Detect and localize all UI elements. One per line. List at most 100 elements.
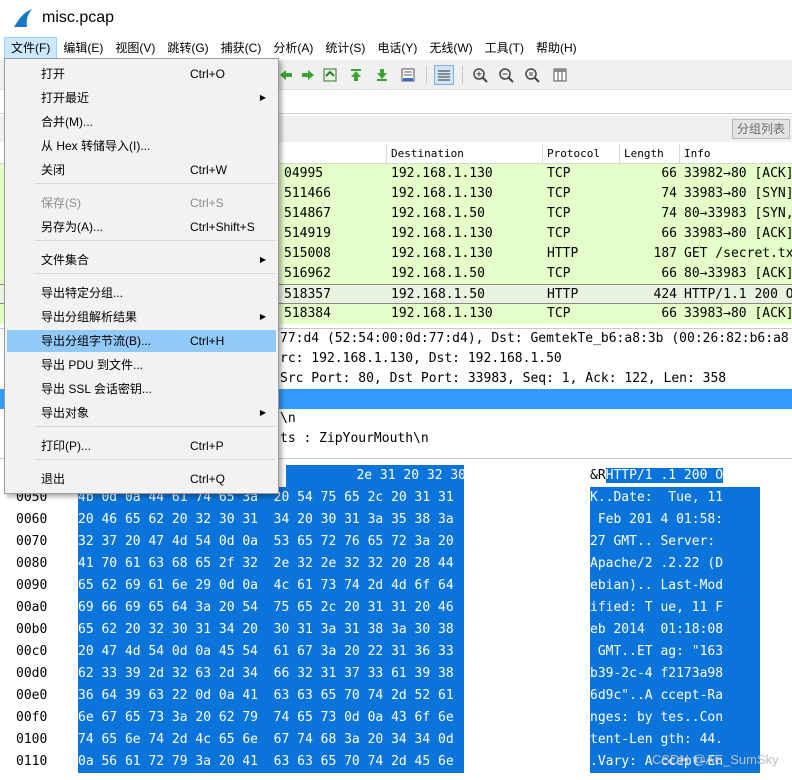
file-menu-item[interactable]: 导出分组字节流(B)... Ctrl+H [7,330,276,352]
resize-columns-icon[interactable] [550,65,570,85]
bytes-row: 00a0 69 66 69 65 64 3a 20 54 75 65 2c 20 … [0,597,792,619]
column-info[interactable]: Info [680,144,792,164]
menu-item-shortcut: Ctrl+O [190,67,226,81]
bytes-hex[interactable]: 69 66 69 65 64 3a 20 54 75 65 2c 20 31 3… [78,597,464,619]
bytes-hex[interactable]: 2e 31 20 32 30 30 20 4f [286,465,536,487]
packet-cell-proto: TCP [547,266,571,281]
go-to-packet-icon[interactable] [320,65,340,85]
file-menu-item[interactable]: 导出特定分组... [7,282,276,304]
file-menu-item[interactable]: 导出对象 ▶ [7,402,276,424]
packet-bytes[interactable]: 2e 31 20 32 30 30 20 4f &RHTTP/1 .1 200 O… [0,458,792,780]
packet-cell-len: 66 [661,266,677,281]
menu-6[interactable]: 统计(S) [319,37,371,59]
menu-4[interactable]: 捕获(C) [215,37,268,59]
packet-cell-dst: 192.168.1.130 [391,186,493,201]
file-menu-item[interactable]: 导出分组解析结果 ▶ [7,306,276,328]
column-protocol[interactable]: Protocol [543,144,620,164]
packet-cell-len: 66 [661,306,677,321]
file-menu-item[interactable]: 文件集合 ▶ [7,249,276,271]
bytes-ascii[interactable]: 6d9c"..A ccept-Ra [590,685,760,707]
menu-2[interactable]: 视图(V) [109,37,161,59]
bytes-ascii[interactable]: ebian).. Last-Mod [590,575,760,597]
column-time[interactable] [280,144,387,164]
bytes-hex[interactable]: 36 64 39 63 22 0d 0a 41 63 63 65 70 74 2… [78,685,464,707]
file-menu-item[interactable]: 退出 Ctrl+Q [7,468,276,490]
menu-item-label: 导出特定分组... [41,286,124,300]
file-menu-item: 保存(S) Ctrl+S [7,192,276,214]
packet-cell-len: 74 [661,186,677,201]
file-menu-item[interactable]: 另存为(A)... Ctrl+Shift+S [7,216,276,238]
first-packet-icon[interactable] [346,65,366,85]
packet-cell-info: 33983→80 [ACK] [684,306,792,321]
bytes-ascii[interactable]: eb 2014 01:18:08 [590,619,760,641]
file-menu-item[interactable]: 打开 Ctrl+O [7,63,276,85]
bytes-hex[interactable]: 0a 56 61 72 79 3a 20 41 63 63 65 70 74 2… [78,751,464,773]
bytes-row: 00d0 62 33 39 2d 32 63 2d 34 66 32 31 37 … [0,663,792,685]
packet-cell-time: 511466 [284,186,331,201]
bytes-hex[interactable]: 62 33 39 2d 32 63 2d 34 66 32 31 37 33 6… [78,663,464,685]
prev-packet-icon[interactable] [276,65,296,85]
last-packet-icon[interactable] [372,65,392,85]
bytes-hex[interactable]: 20 46 65 62 20 32 30 31 34 20 30 31 3a 3… [78,509,464,531]
menu-item-label: 导出 SSL 会话密钥... [41,382,152,396]
bytes-ascii[interactable]: &RHTTP/1 .1 200 O [590,465,760,487]
menu-separator [35,273,275,274]
menu-3[interactable]: 跳转(G) [161,37,214,59]
menu-8[interactable]: 无线(W) [423,37,478,59]
bytes-ascii[interactable]: b39-2c-4 f2173a98 [590,663,760,685]
file-menu-item[interactable]: 关闭 Ctrl+W [7,159,276,181]
file-menu-item[interactable]: 从 Hex 转储导入(I)... [7,135,276,157]
bytes-row: 0080 41 70 61 63 68 65 2f 32 2e 32 2e 32 … [0,553,792,575]
bytes-ascii[interactable]: Apache/2 .2.22 (D [590,553,760,575]
bytes-hex[interactable]: 32 37 20 47 4d 54 0d 0a 53 65 72 76 65 7… [78,531,464,553]
bytes-ascii-prefix: &R [590,468,606,483]
menu-separator [35,459,275,460]
bytes-row: 0100 74 65 6e 74 2d 4c 65 6e 67 74 68 3a … [0,729,792,751]
column-destination[interactable]: Destination [387,144,543,164]
bytes-hex[interactable]: 74 65 6e 74 2d 4c 65 6e 67 74 68 3a 20 3… [78,729,464,751]
autoscroll-icon[interactable] [398,65,418,85]
bytes-ascii[interactable]: Feb 201 4 01:58: [590,509,760,531]
menu-5[interactable]: 分析(A) [267,37,319,59]
bytes-offset: 0100 [16,732,48,747]
bytes-hex[interactable]: 65 62 20 32 30 31 34 20 30 31 3a 31 38 3… [78,619,464,641]
packet-cell-info: HTTP/1.1 200 O [684,287,792,302]
bytes-ascii[interactable]: nges: by tes..Con [590,707,760,729]
bytes-hex[interactable]: 41 70 61 63 68 65 2f 32 2e 32 2e 32 32 2… [78,553,464,575]
bytes-ascii[interactable]: ified: T ue, 11 F [590,597,760,619]
bytes-hex[interactable]: 6e 67 65 73 3a 20 62 79 74 65 73 0d 0a 4… [78,707,464,729]
bytes-ascii[interactable]: tent-Len gth: 44. [590,729,760,751]
bytes-ascii[interactable]: 27 GMT.. Server: [590,531,760,553]
packet-cell-info: GET /secret.tx [684,246,792,261]
file-menu-item[interactable]: 打印(P)... Ctrl+P [7,435,276,457]
bytes-ascii[interactable]: GMT..ET ag: "163 [590,641,760,663]
column-length[interactable]: Length [620,144,680,164]
packet-cell-info: 80→33983 [ACK] [684,266,792,281]
zoom-out-icon[interactable] [496,65,516,85]
menu-9[interactable]: 工具(T) [479,37,530,59]
file-menu-item[interactable]: 打开最近 ▶ [7,87,276,109]
menu-0[interactable]: 文件(F) [4,37,58,59]
file-menu-item[interactable]: 导出 PDU 到文件... [7,354,276,376]
packet-list-button[interactable]: 分组列表 [731,119,790,139]
file-menu-item[interactable]: 导出 SSL 会话密钥... [7,378,276,400]
bytes-row: 00e0 36 64 39 63 22 0d 0a 41 63 63 65 70 … [0,685,792,707]
menu-1[interactable]: 编辑(E) [57,37,109,59]
bytes-hex[interactable]: 65 62 69 61 6e 29 0d 0a 4c 61 73 74 2d 4… [78,575,464,597]
zoom-in-icon[interactable] [470,65,490,85]
normal-size-icon[interactable] [522,65,542,85]
file-menu-item[interactable]: 合并(M)... [7,111,276,133]
bytes-hex[interactable]: 20 47 4d 54 0d 0a 45 54 61 67 3a 20 22 3… [78,641,464,663]
menu-item-label: 另存为(A)... [41,220,103,234]
packet-cell-proto: TCP [547,226,571,241]
colorize-icon[interactable] [434,65,454,85]
bytes-offset: 00f0 [16,710,48,725]
packet-cell-dst: 192.168.1.130 [391,166,493,181]
next-packet-icon[interactable] [298,65,318,85]
packet-cell-time: 04995 [284,166,324,181]
packet-cell-time: 515008 [284,246,331,261]
menu-10[interactable]: 帮助(H) [530,37,583,59]
menu-7[interactable]: 电话(Y) [371,37,423,59]
bytes-ascii[interactable]: K..Date: Tue, 11 [590,487,760,509]
packet-cell-dst: 192.168.1.130 [391,306,493,321]
